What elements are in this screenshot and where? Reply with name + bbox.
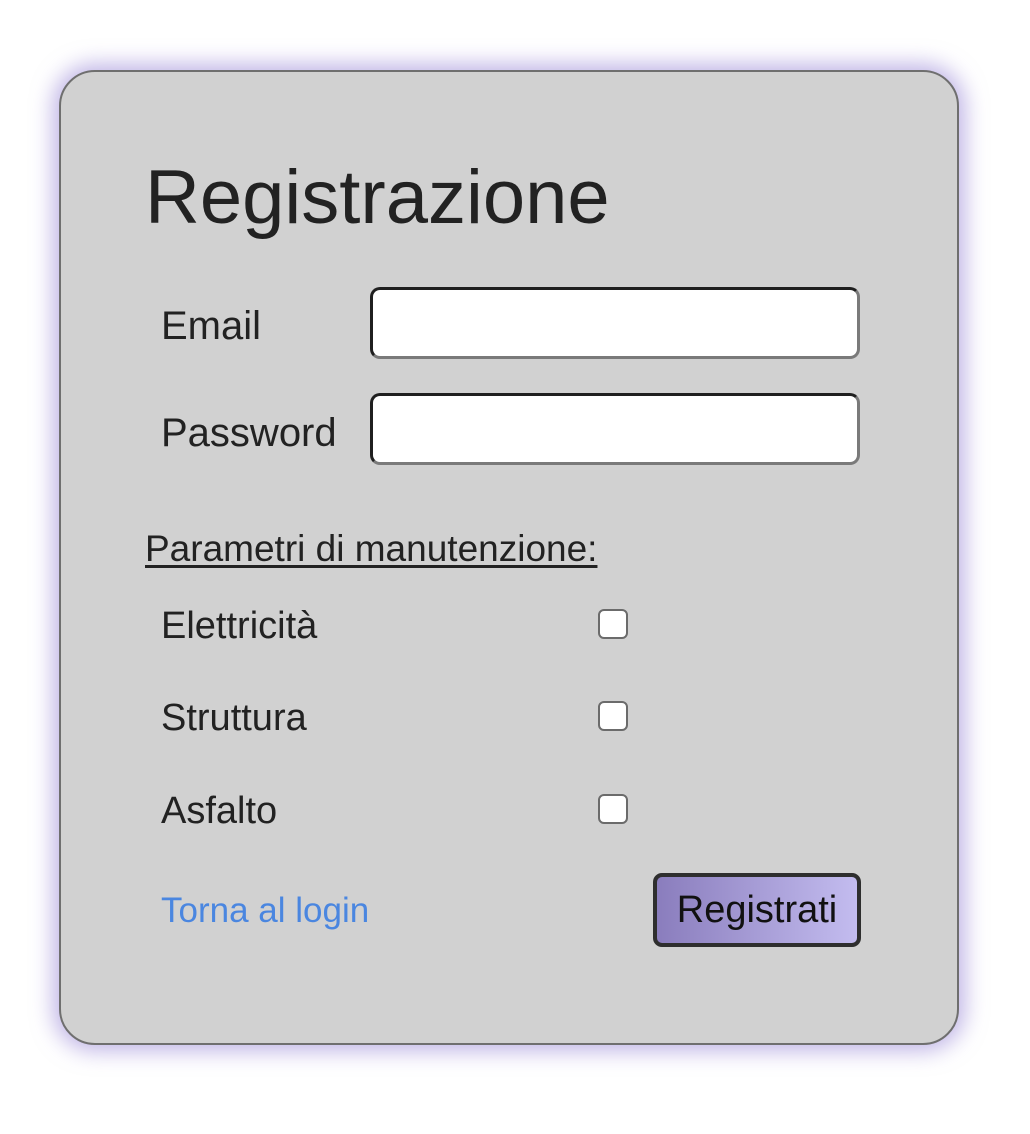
- registration-card: Registrazione Email Password Parametri d…: [59, 70, 959, 1045]
- option-label-elettricita: Elettricità: [161, 605, 318, 647]
- back-to-login-link[interactable]: Torna al login: [161, 893, 369, 928]
- password-field[interactable]: [370, 393, 860, 465]
- option-label-struttura: Struttura: [161, 697, 307, 739]
- email-field[interactable]: [370, 287, 860, 359]
- checkbox-elettricita[interactable]: [598, 609, 628, 639]
- password-label: Password: [161, 411, 337, 455]
- maintenance-section-title: Parametri di manutenzione:: [145, 528, 598, 569]
- page-title: Registrazione: [145, 155, 610, 240]
- option-label-asfalto: Asfalto: [161, 790, 278, 832]
- email-label: Email: [161, 304, 262, 348]
- register-button[interactable]: Registrati: [653, 873, 861, 947]
- checkbox-asfalto[interactable]: [598, 794, 628, 824]
- checkbox-struttura[interactable]: [598, 701, 628, 731]
